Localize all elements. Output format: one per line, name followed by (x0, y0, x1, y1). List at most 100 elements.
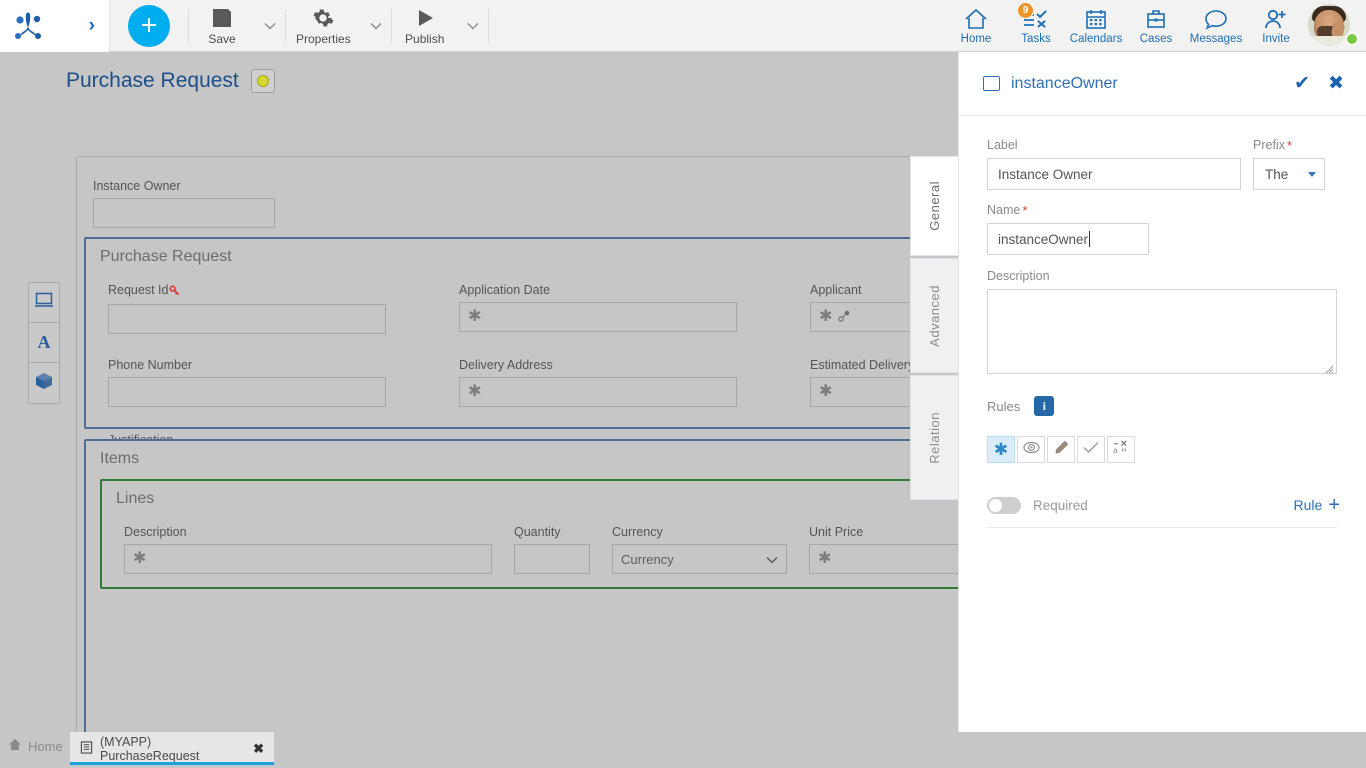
chevron-down-icon (1308, 171, 1316, 177)
tab-active-underline (70, 762, 274, 765)
field-description[interactable]: Description ✱ (124, 525, 492, 574)
name-field-label: Name (987, 203, 1021, 217)
plus-icon: + (1328, 494, 1340, 516)
resize-grip-icon[interactable] (1324, 361, 1334, 374)
field-currency[interactable]: Currency Currency (612, 525, 787, 574)
close-x-icon[interactable]: ✖ (1328, 74, 1344, 93)
prefix-field-label: Prefix (1253, 138, 1285, 152)
name-field-group: Name * instanceOwner (987, 203, 1342, 255)
rule-visible-button[interactable] (1017, 436, 1045, 463)
sidetab-relation[interactable]: Relation (910, 375, 958, 500)
svg-text:a: a (1113, 445, 1118, 455)
nav-messages[interactable]: Messages (1186, 0, 1246, 52)
main-toolbar: › Save Properties Publish Home 9 Tasks C… (0, 0, 1366, 52)
chevron-right-icon[interactable]: › (89, 16, 95, 35)
nav-messages-label: Messages (1189, 32, 1243, 45)
publish-button[interactable]: Publish (392, 0, 458, 52)
rule-valid-button[interactable] (1077, 436, 1105, 463)
nav-calendars-label: Calendars (1069, 32, 1123, 45)
phone-number-label: Phone Number (108, 358, 193, 372)
currency-select[interactable]: Currency (612, 544, 787, 574)
font-icon-button[interactable]: A (29, 323, 59, 363)
nav-tasks[interactable]: 9 Tasks (1006, 0, 1066, 52)
rules-label: Rules (987, 398, 1021, 414)
state-chip-button[interactable] (250, 69, 275, 93)
checkmark-icon[interactable]: ✔ (1294, 74, 1310, 93)
nav-calendars[interactable]: Calendars (1066, 0, 1126, 52)
prefix-select[interactable]: The (1253, 158, 1325, 190)
field-instance-owner[interactable]: Instance Owner (93, 179, 275, 228)
info-icon[interactable]: i (1034, 396, 1055, 416)
sidetab-general[interactable]: General (910, 156, 958, 256)
lines-fields-row: Description ✱ Quantity Currency Currency (124, 525, 1104, 574)
description-field-group: Description (987, 269, 1342, 374)
rule-editable-button[interactable] (1047, 436, 1075, 463)
required-asterisk-icon: ✱ (819, 308, 833, 325)
bottom-taskbar: Home (MYAPP) PurchaseRequest ✖ (0, 732, 1366, 768)
save-dropdown-caret[interactable] (255, 0, 285, 52)
name-input[interactable]: instanceOwner (987, 223, 1149, 255)
checkbox-icon[interactable] (983, 76, 1000, 91)
relation-node-icon (837, 309, 851, 326)
nav-home[interactable]: Home (946, 0, 1006, 52)
currency-label: Currency (612, 525, 663, 539)
rule-expression-button[interactable]: a (1107, 436, 1135, 463)
close-x-icon[interactable]: ✖ (253, 741, 264, 757)
delivery-address-input[interactable]: ✱ (459, 377, 737, 407)
desktop-icon (34, 291, 54, 314)
publish-dropdown-caret[interactable] (458, 0, 488, 52)
nav-home-label: Home (960, 32, 992, 45)
required-toggle[interactable] (987, 496, 1021, 514)
field-application-date[interactable]: Application Date ✱ (459, 283, 757, 334)
required-asterisk-icon: ✱ (819, 383, 833, 400)
description-textarea[interactable] (987, 289, 1337, 374)
panel-divider (987, 527, 1337, 528)
label-input[interactable]: Instance Owner (987, 158, 1241, 190)
key-icon (169, 285, 180, 299)
desktop-icon-button[interactable] (29, 283, 59, 323)
rule-required-button[interactable]: ✱ (987, 436, 1015, 463)
home-icon (964, 7, 988, 31)
properties-dropdown-caret[interactable] (361, 0, 391, 52)
nav-invite[interactable]: Invite (1246, 0, 1306, 52)
check-valid-icon (1083, 441, 1099, 459)
property-panel-title: instanceOwner (1011, 74, 1118, 92)
sidetab-advanced[interactable]: Advanced (910, 258, 958, 373)
avatar[interactable] (1308, 3, 1360, 48)
property-side-tabs: General Advanced Relation (910, 156, 958, 502)
save-button[interactable]: Save (189, 0, 255, 52)
field-delivery-address[interactable]: Delivery Address ✱ (459, 358, 757, 407)
add-rule-button[interactable]: Rule + (1294, 495, 1342, 515)
instance-owner-input[interactable] (93, 198, 275, 228)
expression-variable-icon: a (1113, 440, 1130, 460)
description-label: Description (124, 525, 187, 539)
cube-icon-button[interactable] (29, 363, 59, 403)
field-quantity[interactable]: Quantity (514, 525, 590, 574)
nav-cases[interactable]: Cases (1126, 0, 1186, 52)
required-marker: * (1286, 137, 1293, 153)
person-add-icon (1264, 7, 1288, 31)
phone-number-input[interactable] (108, 377, 386, 407)
lowcode-logo-icon[interactable] (12, 9, 46, 43)
sidetab-advanced-label: Advanced (927, 284, 942, 347)
nav-tasks-label: Tasks (1021, 32, 1051, 45)
field-request-id[interactable]: Request Id (108, 283, 406, 334)
description-input[interactable]: ✱ (124, 544, 492, 574)
description-field-label: Description (987, 269, 1050, 283)
publish-label: Publish (405, 32, 445, 46)
sidetab-general-label: General (927, 181, 942, 231)
field-phone-number[interactable]: Phone Number (108, 358, 406, 407)
taskbar-tab-label: (MYAPP) PurchaseRequest (100, 734, 200, 763)
quantity-input[interactable] (514, 544, 590, 574)
request-id-input[interactable] (108, 304, 386, 334)
taskbar-tab-purchaserequest[interactable]: (MYAPP) PurchaseRequest ✖ (70, 732, 274, 765)
add-button[interactable] (128, 4, 170, 47)
properties-button[interactable]: Properties (286, 0, 361, 52)
taskbar-home-label: Home (28, 738, 63, 754)
left-mini-toolbar: A (28, 282, 60, 404)
taskbar-home-button[interactable]: Home (8, 738, 63, 754)
delivery-address-label: Delivery Address (459, 358, 553, 372)
application-date-input[interactable]: ✱ (459, 302, 737, 332)
currency-select-value: Currency (621, 551, 674, 567)
property-panel-body: Label Instance Owner Prefix * The Name * (959, 116, 1366, 528)
